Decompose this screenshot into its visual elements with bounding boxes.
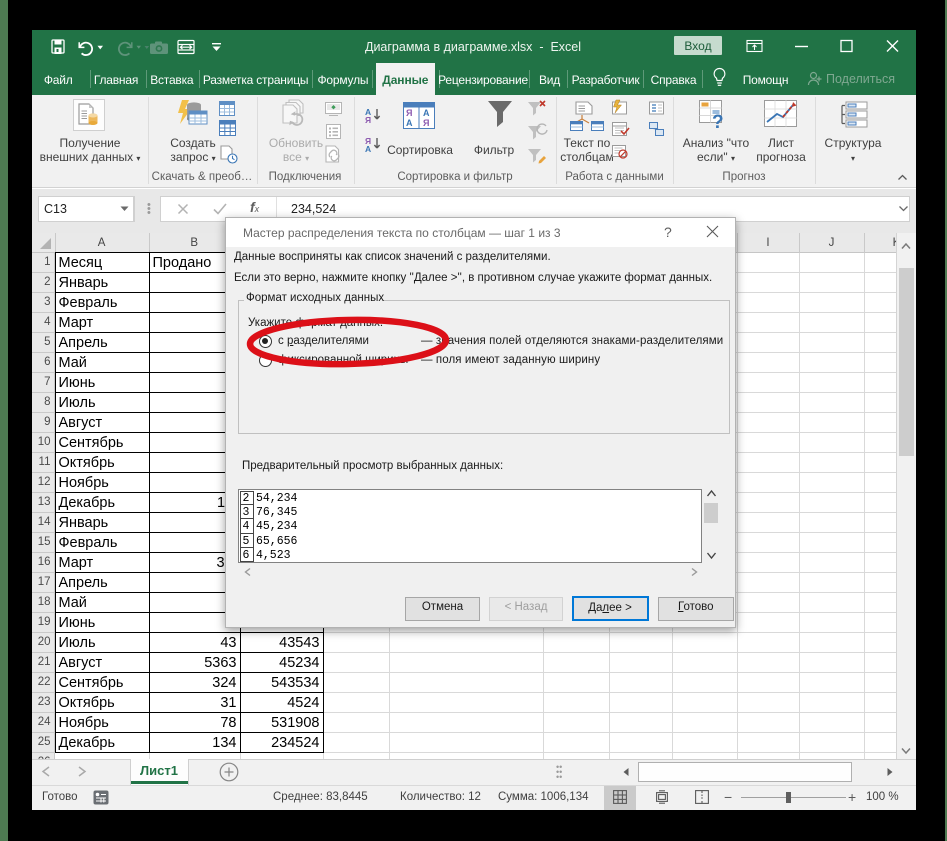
svg-text:?: ?: [712, 112, 724, 131]
svg-text:А: А: [423, 108, 430, 118]
svg-text:А: А: [406, 118, 413, 128]
svg-text:А: А: [365, 144, 371, 152]
svg-text:Я: Я: [406, 108, 412, 118]
svg-text:Я: Я: [423, 118, 429, 128]
svg-text:Я: Я: [365, 115, 371, 123]
